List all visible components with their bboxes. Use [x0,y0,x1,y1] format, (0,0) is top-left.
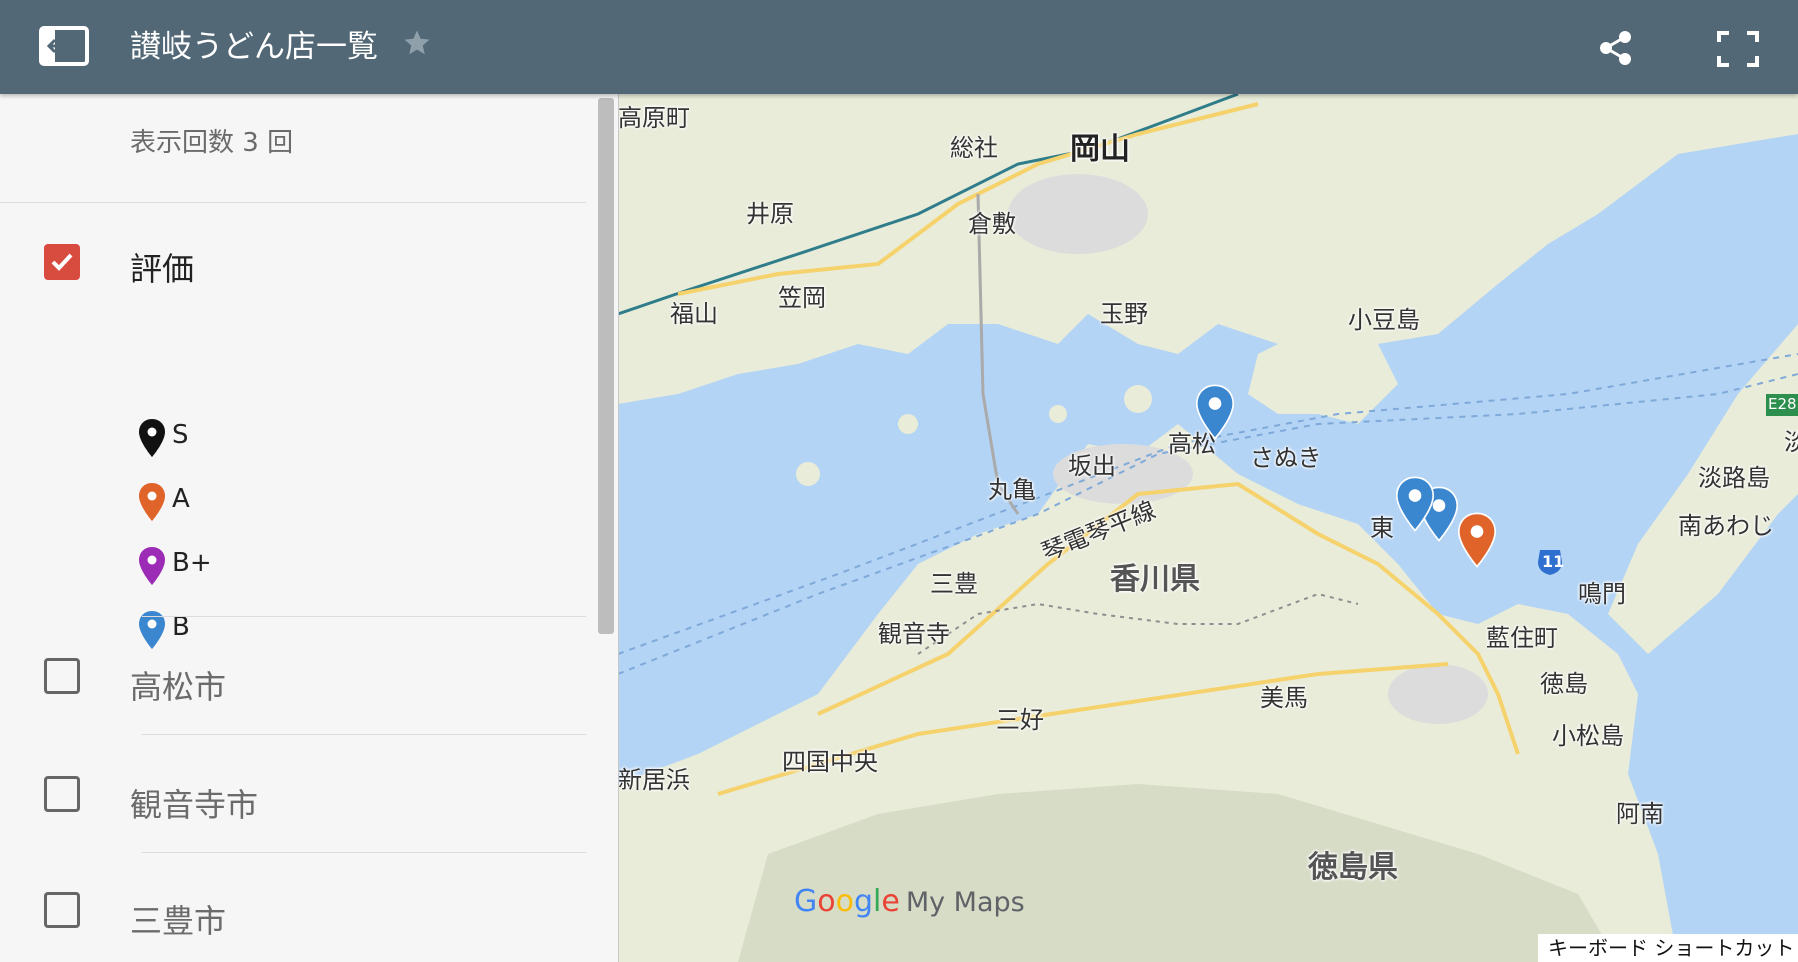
layer-label-mitoyo[interactable]: 三豊市 [130,896,226,942]
star-icon[interactable] [402,28,432,58]
divider [142,852,586,853]
map-label: 福山 [670,300,718,328]
layer-label-takamatsu[interactable]: 高松市 [130,662,226,708]
view-count: 表示回数 3 回 [130,128,294,158]
map-label: 岡山 [1070,132,1130,167]
fullscreen-icon[interactable] [1716,30,1760,68]
pin-icon [139,483,165,521]
map-label: 淡 [1784,428,1798,456]
map-label: 徳島県 [1308,850,1398,885]
logo-letter: e [881,884,900,919]
marker-b[interactable] [1394,476,1436,536]
map-label: 井原 [746,200,794,228]
route-number: 11 [1542,552,1565,571]
panel-scrollbar[interactable] [598,98,614,634]
map-label: 淡路島 [1698,464,1770,492]
map-label: 三豊 [930,570,978,598]
google-my-maps-logo: Google My Maps [794,884,1025,919]
map-label: さぬき [1250,444,1322,472]
marker-a[interactable] [1456,512,1498,572]
keyboard-shortcuts-link[interactable]: キーボード ショートカット [1538,934,1798,962]
pin-icon [139,547,165,585]
layer-checkbox-rating[interactable] [44,244,80,280]
map-title: 讃岐うどん店一覧 [130,29,378,65]
layer-label-rating[interactable]: 評価 [130,244,194,290]
map-label: 笠岡 [778,284,826,312]
map-label: 丸亀 [988,476,1036,504]
map-label: 鳴門 [1578,580,1626,608]
route-11-badge: 11 [1536,548,1564,580]
map-label: 美馬 [1260,684,1308,712]
layer-label-kanonji[interactable]: 観音寺市 [130,780,258,826]
map-label: 坂出 [1068,452,1116,480]
layer-checkbox-mitoyo[interactable] [44,892,80,928]
layer-checkbox-kanonji[interactable] [44,776,80,812]
map-label: 四国中央 [782,748,878,776]
map-label: 新居浜 [618,766,690,794]
layer-panel: 表示回数 3 回 評価 S A B+ B 高松市 観音寺市 三豊市 [0,94,619,962]
expressway-number: E28 [1768,395,1797,413]
divider [142,616,586,617]
map-label: 藍住町 [1486,624,1558,652]
map-label: 倉敷 [968,210,1016,238]
map-label: 玉野 [1100,300,1148,328]
map-header: 讃岐うどん店一覧 [0,0,1798,94]
divider [142,734,586,735]
map-label: 徳島 [1540,670,1588,698]
map-label: 総社 [950,134,998,162]
layer-checkbox-takamatsu[interactable] [44,658,80,694]
divider [0,202,586,203]
legend-label: B+ [172,548,212,578]
map-canvas[interactable]: 高原町 総社 岡山 井原 倉敷 笠岡 福山 玉野 小豆島 高松 坂出 さぬき 丸… [618,94,1798,962]
my-maps-text: My Maps [905,887,1025,918]
map-label: 阿南 [1616,800,1664,828]
pin-icon [139,419,165,457]
map-label: 東 [1370,514,1394,542]
map-label: 高原町 [618,104,690,132]
logo-letter: o [817,884,836,919]
map-label: 小松島 [1552,722,1624,750]
expressway-badge: E28 [1766,394,1798,416]
legend-label: A [172,484,190,514]
legend-label: S [172,420,189,450]
map-label: 観音寺 [878,620,950,648]
logo-letter: G [794,884,818,919]
share-icon[interactable] [1596,28,1636,68]
map-label: 小豆島 [1348,306,1420,334]
logo-letter: g [853,884,874,919]
panel-toggle-icon[interactable] [38,25,94,69]
marker-b[interactable] [1194,384,1236,444]
map-label: 三好 [996,706,1044,734]
map-background [618,94,1798,962]
map-label: 南あわじ [1678,512,1774,540]
map-label: 香川県 [1110,562,1200,597]
logo-letter: o [835,884,854,919]
